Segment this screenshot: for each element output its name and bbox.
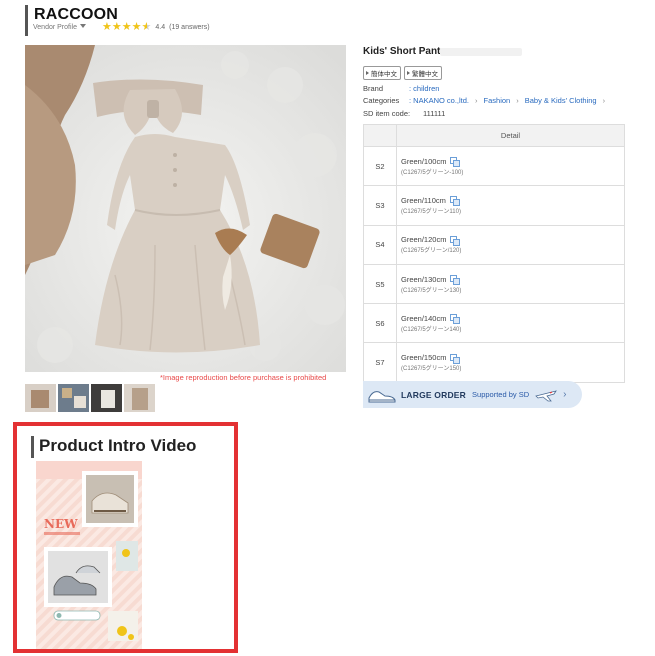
video-section-title: Product Intro Video (39, 436, 197, 455)
option-name: Green/130cm (401, 274, 447, 284)
copy-icon[interactable] (449, 196, 460, 207)
option-detail: Green/120cm (C12675グリーン/120) (396, 224, 625, 265)
copy-icon[interactable] (450, 235, 461, 246)
rating-value: 4.4 (155, 24, 166, 31)
redacted-text (440, 48, 522, 56)
rating-stars[interactable]: ★ ★ ★ ★ ★ 4.4 (19 answers) (102, 22, 210, 33)
copy-icon[interactable] (450, 275, 461, 286)
lang-simplified-chinese-button[interactable]: 簡体中文 (363, 66, 401, 80)
new-badge: NEW (44, 517, 78, 531)
copy-icon[interactable] (450, 157, 461, 168)
option-detail: Green/150cm (C1267/5グリーン150) (396, 342, 625, 383)
table-row[interactable]: S4 Green/120cm (C12675グリーン/120) (363, 224, 625, 265)
chevron-right-icon: › (563, 389, 567, 400)
section-accent-bar (31, 436, 34, 458)
option-name: Green/100cm (401, 156, 447, 166)
vendor-profile-dropdown[interactable]: Vendor Profile (33, 24, 86, 31)
option-code: S6 (363, 303, 397, 344)
option-name: Green/140cm (401, 313, 447, 323)
category-link[interactable]: Fashion (484, 96, 511, 105)
star-icon: ★ (111, 21, 122, 33)
brand-label: Brand (363, 84, 384, 93)
star-icon: ★ (121, 21, 132, 33)
option-sub-code: (C12675グリーン/120) (401, 248, 462, 255)
table-header-code (363, 124, 397, 147)
product-title: Kids' Short Pant (363, 46, 441, 57)
video-thumbnail[interactable]: NEW (36, 461, 142, 649)
category-link[interactable]: : NAKANO co.,ltd. (409, 96, 469, 105)
product-intro-video-section: Product Intro Video NEW (13, 422, 238, 653)
option-detail: Green/110cm (C1267/5グリーン110) (396, 185, 625, 226)
option-code: S7 (363, 342, 397, 383)
thumbnail-image[interactable] (58, 384, 89, 412)
option-sub-code: (C1267/5グリーン110) (401, 208, 461, 215)
categories-row: Categories : NAKANO co.,ltd. › Fashion ›… (363, 96, 611, 105)
lang-label: 繁體中文 (412, 71, 438, 78)
thumbnail-image[interactable] (25, 384, 56, 412)
option-code: S4 (363, 224, 397, 265)
categories-label: Categories (363, 96, 400, 105)
vendor-accent-bar (25, 5, 28, 36)
option-detail: Green/100cm (C1267/5グリーン-100) (396, 145, 625, 187)
lang-traditional-chinese-button[interactable]: 繁體中文 (404, 66, 442, 80)
star-icon: ★ (131, 21, 142, 33)
sneaker-icon (368, 390, 396, 402)
option-sub-code: (C1267/5グリーン130) (401, 287, 462, 294)
large-order-sub: Supported by SD (472, 390, 530, 399)
answers-count: (19 answers) (169, 24, 210, 31)
thumbnail-strip (25, 384, 155, 412)
sd-code-label: SD item code: (363, 109, 411, 118)
chevron-down-icon (79, 24, 86, 28)
option-code: S5 (363, 263, 397, 305)
language-buttons: 簡体中文 繁體中文 (363, 66, 442, 80)
option-code: S2 (363, 145, 397, 187)
image-notice: *Image reproduction before purchase is p… (160, 373, 327, 382)
option-detail: Green/140cm (C1267/5グリーン140) (396, 303, 625, 344)
lang-label: 簡体中文 (371, 71, 397, 78)
airplane-icon (535, 389, 558, 401)
option-name: Green/150cm (401, 353, 447, 363)
table-row[interactable]: S5 Green/130cm (C1267/5グリーン130) (363, 263, 625, 305)
table-row[interactable]: S7 Green/150cm (C1267/5グリーン150) (363, 342, 625, 383)
table-header-row: Detail (363, 124, 625, 147)
option-name: Green/120cm (401, 235, 447, 245)
half-star-icon: ★ (141, 21, 152, 33)
chevron-right-icon: › (602, 96, 606, 105)
chevron-right-icon: › (516, 96, 519, 105)
option-sub-code: (C1267/5グリーン-100) (401, 169, 464, 176)
vendor-profile-label: Vendor Profile (33, 24, 77, 31)
option-sub-code: (C1267/5グリーン150) (401, 366, 462, 373)
category-link[interactable]: Baby & Kids' Clothing (525, 96, 597, 105)
brand-row: Brand : children (363, 84, 439, 93)
table-row[interactable]: S2 Green/100cm (C1267/5グリーン-100) (363, 145, 625, 187)
chevron-right-icon: › (475, 96, 478, 105)
copy-icon[interactable] (450, 353, 461, 364)
main-product-image[interactable] (25, 45, 346, 372)
option-name: Green/110cm (401, 195, 446, 205)
large-order-label: LARGE ORDER (401, 389, 467, 400)
sd-code-value: 111111 (423, 109, 446, 118)
thumbnail-image[interactable] (124, 384, 155, 412)
table-row[interactable]: S3 Green/110cm (C1267/5グリーン110) (363, 185, 625, 226)
option-code: S3 (363, 185, 397, 226)
triangle-icon (407, 71, 410, 75)
options-table: Detail S2 Green/100cm (C1267/5グリーン-100) … (363, 124, 625, 383)
thumbnail-image[interactable] (91, 384, 122, 412)
option-detail: Green/130cm (C1267/5グリーン130) (396, 263, 625, 305)
option-sub-code: (C1267/5グリーン140) (401, 326, 462, 333)
table-header-detail: Detail (396, 124, 625, 147)
brand-link[interactable]: : children (409, 84, 439, 93)
star-icon: ★ (102, 21, 112, 33)
sd-code-row: SD item code: 111111 (363, 109, 445, 118)
copy-icon[interactable] (450, 314, 461, 325)
triangle-icon (366, 71, 369, 75)
large-order-banner[interactable]: LARGE ORDER Supported by SD › (363, 381, 582, 408)
table-row[interactable]: S6 Green/140cm (C1267/5グリーン140) (363, 303, 625, 344)
